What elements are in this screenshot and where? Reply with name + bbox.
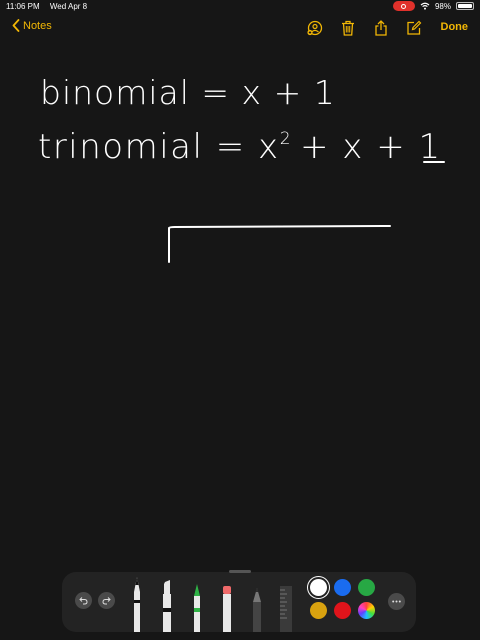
color-wheel-icon[interactable]: [358, 602, 375, 619]
note-line-2-main: trinomial = x: [38, 127, 280, 167]
status-right: 98%: [392, 1, 474, 11]
battery-percent: 98%: [434, 1, 451, 11]
division-bracket-stroke: [168, 225, 391, 263]
color-white-swatch[interactable]: [310, 579, 327, 596]
pen-tool[interactable]: [130, 572, 144, 632]
color-yellow-swatch[interactable]: [310, 602, 327, 619]
markup-toolbar: [62, 570, 416, 632]
add-person-icon: [307, 20, 323, 36]
trash-icon: [342, 20, 354, 36]
wifi-icon: [420, 2, 430, 10]
redo-icon: [102, 597, 111, 605]
pencil-tool[interactable]: [250, 572, 264, 632]
share-icon: [375, 20, 387, 36]
note-line-1: binomial = x + 1: [40, 73, 336, 112]
done-button[interactable]: Done: [441, 21, 469, 33]
highlighter-tool[interactable]: [160, 572, 174, 632]
color-blue-swatch[interactable]: [334, 579, 351, 596]
share-button[interactable]: [371, 18, 391, 38]
status-left: 11:06 PM Wed Apr 8: [6, 2, 95, 11]
ruler-tool[interactable]: [278, 572, 294, 632]
color-green-swatch[interactable]: [358, 579, 375, 596]
status-date: Wed Apr 8: [49, 2, 88, 11]
status-time: 11:06 PM: [6, 2, 40, 11]
status-bar: 11:06 PM Wed Apr 8 98%: [0, 0, 480, 14]
note-line-2-exponent: 2: [280, 129, 292, 149]
more-options-button[interactable]: [388, 593, 405, 610]
note-line-2: trinomial = x2 + x + 1: [38, 127, 442, 167]
nav-actions: [305, 18, 424, 38]
back-to-notes-button[interactable]: Notes: [12, 19, 52, 32]
eraser-tool[interactable]: [220, 572, 234, 632]
note-line-2-tail: + x + 1: [300, 127, 442, 167]
compose-icon: [407, 20, 422, 35]
back-label: Notes: [23, 19, 52, 32]
undo-icon: [79, 597, 88, 605]
redo-button[interactable]: [98, 592, 115, 609]
note-canvas[interactable]: binomial = x + 1 trinomial = x2 + x + 1: [0, 42, 480, 562]
handwriting-layer: binomial = x + 1 trinomial = x2 + x + 1: [38, 73, 445, 263]
add-person-button[interactable]: [305, 18, 325, 38]
color-red-swatch[interactable]: [334, 602, 351, 619]
compose-button[interactable]: [404, 18, 424, 38]
screen-recording-icon: [392, 1, 415, 11]
ellipsis-icon: [392, 600, 401, 603]
battery-icon: [456, 2, 474, 10]
chevron-left-icon: [12, 19, 20, 32]
marker-tool[interactable]: [190, 572, 204, 632]
undo-button[interactable]: [75, 592, 92, 609]
nav-bar: Notes Done: [0, 14, 480, 42]
delete-button[interactable]: [338, 18, 358, 38]
